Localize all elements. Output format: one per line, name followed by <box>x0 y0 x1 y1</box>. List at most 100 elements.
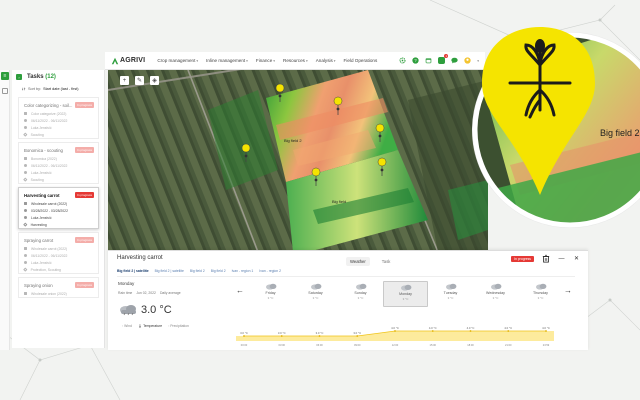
task-card-title: Spraying carrot <box>24 237 54 243</box>
forecast-day-name: Friday <box>265 291 276 295</box>
forecast-day-temp: 3 °C <box>402 297 409 301</box>
nav-resources[interactable]: Resources <box>283 58 308 63</box>
meta-date: Jun 02, 2022 <box>136 291 156 295</box>
task-card-date-range-text: 06/11/2022 - 06/11/2022 <box>31 163 68 168</box>
detail-actions: In progress — ✕ <box>511 254 580 263</box>
cloud-icon <box>310 283 321 290</box>
task-card-task-type: Protection, Scouting <box>19 266 98 273</box>
metric-wind[interactable]: ◦ Wind <box>122 324 132 328</box>
task-card-crop-plan-text: Wholesale carrot (2022) <box>31 201 68 206</box>
task-card-title: Harvesting carrot <box>24 192 60 198</box>
field-tab[interactable]: Ivan - region 2 <box>259 269 281 273</box>
forecast-next-button[interactable]: → <box>564 286 572 295</box>
notification-badge: 1 <box>444 54 449 58</box>
map-zoom-in-button[interactable]: + <box>120 76 129 85</box>
task-card-crop-plan-text: Wholesale onion (2022) <box>31 291 67 296</box>
forecast-day-name: Tuesday <box>443 291 458 295</box>
forecast-prev-button[interactable]: ← <box>236 286 244 295</box>
temperature-point <box>280 335 283 337</box>
crop-plan-icon <box>24 292 27 295</box>
map-layers-button[interactable]: ◈ <box>150 76 159 85</box>
nav-finance[interactable]: Finance <box>256 58 275 63</box>
forecast-day[interactable]: Wednesday 3 °C <box>473 281 518 307</box>
top-navigation: AGRIVI Crop management Inline management… <box>105 52 485 70</box>
agrivi-logo[interactable]: AGRIVI <box>111 57 145 65</box>
temperature-point-label: 3.0 °C <box>353 331 361 335</box>
task-card-assignee-text: Luka Jenstvić <box>31 260 52 265</box>
task-card-assignee: Luka Jenstvić <box>19 214 98 221</box>
task-card-assignee: Luka Jenstvić <box>19 169 98 176</box>
task-card-title: Color categorizing - soil... <box>24 102 73 108</box>
nav-inline-management[interactable]: Inline management <box>206 58 248 63</box>
forecast-day[interactable]: Sunday 3 °C <box>338 281 383 307</box>
metric-temperature[interactable]: 🌡 Temperature <box>138 324 162 328</box>
satellite-imagery: Big field 2 Big field <box>108 70 488 252</box>
crop-plan-icon <box>24 112 27 115</box>
task-card[interactable]: Color categorizing - soil... In progress C… <box>18 97 99 139</box>
field-tab[interactable]: Big field 2 <box>190 269 205 273</box>
date-range-icon <box>24 209 27 212</box>
forecast-day-temp: 3 °C <box>312 296 319 300</box>
sort-value: Start date (last - first) <box>43 87 79 91</box>
field-tab[interactable]: Ivan - region 1 <box>232 269 254 273</box>
forecast-day[interactable]: Tuesday 3 °C <box>428 281 473 307</box>
chart-time-label: 00:00 <box>241 343 248 347</box>
forecast-day[interactable]: Thursday 3 °C <box>518 281 563 307</box>
nav-crop-management[interactable]: Crop management <box>157 58 198 63</box>
close-button[interactable]: ✕ <box>573 255 580 262</box>
temperature-chart: 3.0 °C 00:00 3.0 °C 03:00 3.0 °C 06:00 3.0 °C 0… <box>236 326 554 347</box>
tab-task[interactable]: Task <box>378 257 395 266</box>
cloudy-weather-icon <box>120 305 136 316</box>
field-tab[interactable]: Big field 2 | satellite <box>117 269 149 273</box>
logo-mark-icon <box>111 57 119 64</box>
sort-icon <box>22 87 26 91</box>
field-tab[interactable]: Big field 2 | satellite <box>155 269 184 273</box>
calendar-icon[interactable] <box>425 57 432 64</box>
notifications-bell-icon[interactable]: 1 <box>438 54 449 64</box>
chat-icon[interactable] <box>451 57 458 64</box>
task-card-date-range-text: 06/11/2022 - 06/11/2022 <box>31 118 68 123</box>
minimize-button[interactable]: — <box>558 255 565 262</box>
tasks-rail-icon[interactable]: ≡ <box>1 72 9 80</box>
task-card-task-type-text: Scouting <box>30 177 44 182</box>
task-card-crop-plan-text: Bonomica (2022) <box>31 156 57 161</box>
sort-control[interactable]: Sort by: Start date (last - first) <box>12 84 104 94</box>
nav-analysis[interactable]: Analysis <box>316 58 336 63</box>
task-card[interactable]: Spraying onion In progress Wholesale onion… <box>18 277 99 298</box>
forecast-day-name: Monday <box>399 292 412 296</box>
tab-weather[interactable]: Weather <box>346 257 370 266</box>
task-card[interactable]: Spraying carrot In progress Wholesale carr… <box>18 232 99 274</box>
temperature-point-label: 3.0 °C <box>240 331 248 335</box>
task-card-assignee-text: Luka Jenstvić <box>31 215 52 220</box>
forecast-day[interactable]: Monday 3 °C <box>383 281 428 307</box>
task-card[interactable]: Harvesting carrot In progress Wholesale ca… <box>18 187 99 229</box>
field-tab[interactable]: Big field 2 <box>211 269 226 273</box>
task-card-task-type-text: Harvesting <box>30 222 47 227</box>
task-status-badge: In progress <box>74 102 94 108</box>
current-temperature: 3.0 °C <box>118 304 172 316</box>
field-satellite-map[interactable]: Big field 2 Big field + ✎ ◈ <box>108 70 488 252</box>
help-icon[interactable]: ? <box>412 57 419 64</box>
task-card[interactable]: Bonomica - scouting In progress Bonomica (… <box>18 142 99 184</box>
nav-field-operations[interactable]: Field Operations <box>344 58 378 63</box>
task-card-task-type: Scouting <box>19 131 98 138</box>
task-card-task-type-text: Protection, Scouting <box>30 267 61 272</box>
map-draw-button[interactable]: ✎ <box>135 76 144 85</box>
metric-toggles: ◦ Wind 🌡 Temperature ◦ Precipitation <box>122 324 189 328</box>
task-card-date-range-text: 06/11/2022 - 06/11/2022 <box>31 253 68 258</box>
forecast-day[interactable]: Saturday 3 °C <box>293 281 338 307</box>
metric-precipitation[interactable]: ◦ Precipitation <box>168 324 189 328</box>
detail-status-badge: In progress <box>511 255 534 262</box>
calendar-rail-icon[interactable] <box>2 88 8 94</box>
task-card-title: Spraying onion <box>24 282 53 288</box>
forecast-day[interactable]: Friday 3 °C <box>248 281 293 307</box>
chart-time-label: 12:00 <box>392 343 399 347</box>
assignee-icon <box>24 216 27 219</box>
task-card-task-type: Harvesting <box>19 221 98 228</box>
weather-meta: Rain time Jun 02, 2022 Daily average <box>118 291 181 295</box>
trash-icon[interactable] <box>542 254 550 263</box>
task-card-header: Bonomica - scouting In progress <box>19 143 98 155</box>
settings-gear-icon[interactable] <box>399 57 406 64</box>
collapse-panel-button[interactable]: › <box>16 74 22 80</box>
task-card-header: Color categorizing - soil... In progress <box>19 98 98 110</box>
